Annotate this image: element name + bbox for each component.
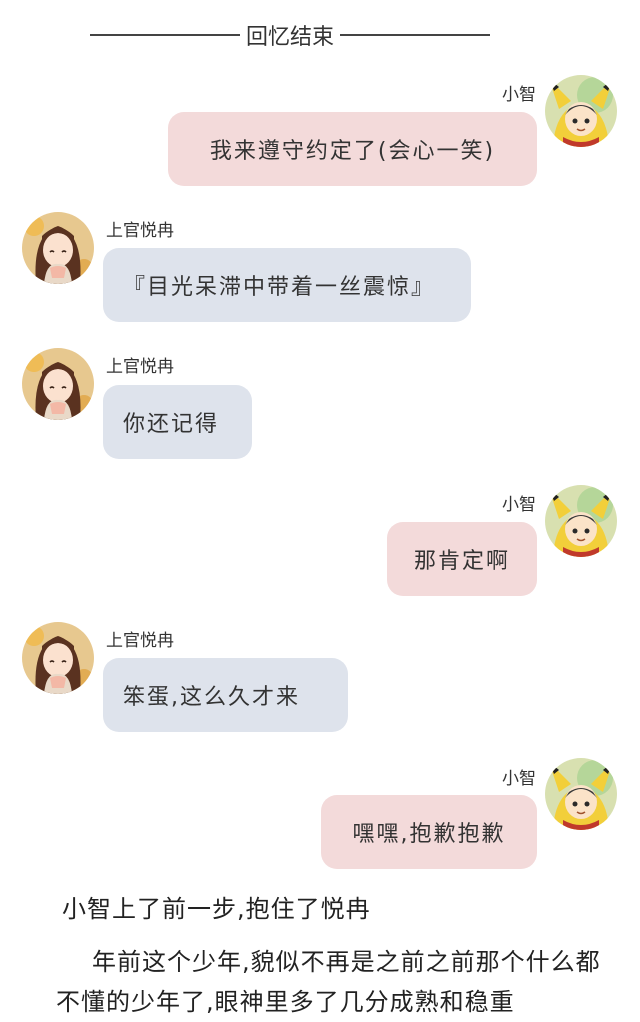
sender-name: 上官悦冉 (106, 357, 174, 377)
pikachu-hood-boy-icon (545, 758, 617, 830)
divider-label: 回忆结束 (246, 25, 335, 50)
sender-name: 小智 (502, 495, 536, 515)
brown-hair-girl-avatar[interactable] (22, 212, 94, 284)
message-bubble[interactable]: 我来遵守约定了(会心一笑) (168, 112, 537, 186)
story-paragraph: 年前这个少年,貌似不再是之前之前那个什么都不懂的少年了,眼神里多了几分成熟和稳重 (56, 948, 601, 1016)
pikachu-hood-boy-avatar[interactable] (545, 485, 617, 557)
divider-line-right (340, 34, 491, 36)
message-bubble[interactable]: 那肯定啊 (387, 522, 537, 596)
sender-name: 小智 (502, 85, 536, 105)
divider-line-left (90, 34, 240, 36)
message-bubble[interactable]: 嘿嘿,抱歉抱歉 (321, 795, 537, 869)
brown-hair-girl-avatar[interactable] (22, 348, 94, 420)
message-bubble[interactable]: 你还记得 (103, 385, 252, 459)
memory-end-divider: 回忆结束 (90, 18, 491, 52)
narration-line: 小智上了前一步,抱住了悦冉 (62, 895, 371, 923)
brown-hair-girl-icon (22, 622, 94, 694)
brown-hair-girl-avatar[interactable] (22, 622, 94, 694)
pikachu-hood-boy-avatar[interactable] (545, 75, 617, 147)
pikachu-hood-boy-icon (545, 485, 617, 557)
pikachu-hood-boy-avatar[interactable] (545, 758, 617, 830)
brown-hair-girl-icon (22, 212, 94, 284)
message-bubble[interactable]: 笨蛋,这么久才来 (103, 658, 348, 732)
message-bubble[interactable]: 『目光呆滞中带着一丝震惊』 (103, 248, 471, 322)
brown-hair-girl-icon (22, 348, 94, 420)
sender-name: 上官悦冉 (106, 631, 174, 651)
sender-name: 小智 (502, 769, 536, 789)
sender-name: 上官悦冉 (106, 221, 174, 241)
pikachu-hood-boy-icon (545, 75, 617, 147)
